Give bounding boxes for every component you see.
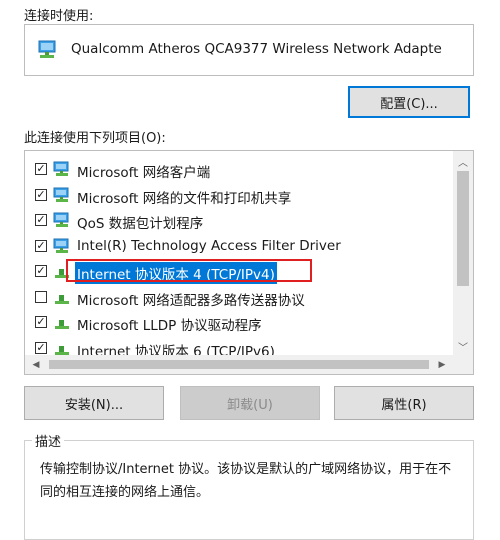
scroll-up-icon[interactable]: ︿ <box>453 153 473 169</box>
network-adapter-icon <box>38 40 56 58</box>
items-label: 此连接使用下列项目(O): <box>24 131 166 146</box>
list-item-label: Microsoft 网络客户端 <box>77 165 211 181</box>
item-checkbox[interactable]: ✓ <box>35 265 47 277</box>
configure-button[interactable]: 配置(C)... <box>348 86 470 118</box>
list-item[interactable]: Microsoft 网络适配器多路传送器协议 <box>25 285 445 309</box>
network-service-icon <box>53 187 69 202</box>
network-client-icon <box>53 161 69 176</box>
item-checkbox[interactable]: ✓ <box>35 163 47 175</box>
list-item[interactable]: ✓ Microsoft 网络客户端 <box>25 157 445 181</box>
list-item-label: QoS 数据包计划程序 <box>77 216 204 232</box>
adapter-name: Qualcomm Atheros QCA9377 Wireless Networ… <box>71 41 442 57</box>
list-item-label: Intel(R) Technology Access Filter Driver <box>77 237 341 254</box>
scroll-down-icon[interactable]: ﹀ <box>453 338 473 354</box>
scroll-left-icon[interactable]: ◀ <box>29 356 43 373</box>
list-item-label: Microsoft LLDP 协议驱动程序 <box>77 318 262 334</box>
item-checkbox[interactable]: ✓ <box>35 214 47 226</box>
item-checkbox[interactable] <box>35 290 47 303</box>
scroll-corner <box>453 355 473 374</box>
horizontal-scroll-thumb[interactable] <box>49 360 429 369</box>
horizontal-scrollbar[interactable]: ◀ ▶ <box>25 355 453 374</box>
scroll-right-icon[interactable]: ▶ <box>435 356 449 373</box>
scroll-thumb[interactable] <box>457 171 469 286</box>
item-checkbox[interactable]: ✓ <box>35 188 47 201</box>
connect-using-label: 连接时使用: <box>24 9 94 24</box>
vertical-scrollbar[interactable]: ︿ ﹀ <box>453 151 473 356</box>
highlight-annotation <box>66 259 312 282</box>
description-text: 传输控制协议/Internet 协议。该协议是默认的广域网络协议，用于在不同的相… <box>40 462 452 500</box>
list-item[interactable]: ✓ Intel(R) Technology Access Filter Drive… <box>25 234 445 258</box>
item-checkbox[interactable]: ✓ <box>35 341 47 354</box>
list-item[interactable]: ✓ Microsoft LLDP 协议驱动程序 <box>25 310 445 334</box>
list-item[interactable]: ✓ QoS 数据包计划程序 <box>25 208 445 232</box>
item-checkbox[interactable]: ✓ <box>35 239 47 252</box>
list-item-label: Microsoft 网络适配器多路传送器协议 <box>77 292 305 309</box>
properties-button[interactable]: 属性(R) <box>334 386 474 420</box>
description-title: 描述 <box>32 431 65 450</box>
item-checkbox[interactable]: ✓ <box>35 316 47 328</box>
protocol-icon <box>55 345 69 355</box>
network-service-icon <box>53 212 69 227</box>
protocol-icon <box>55 294 69 304</box>
install-button[interactable]: 安装(N)... <box>24 386 164 420</box>
network-service-icon <box>53 238 69 253</box>
uninstall-button[interactable]: 卸载(U) <box>180 386 320 420</box>
protocol-icon <box>55 320 69 329</box>
list-item-label: Microsoft 网络的文件和打印机共享 <box>77 190 292 207</box>
adapter-box: Qualcomm Atheros QCA9377 Wireless Networ… <box>24 24 474 76</box>
list-item[interactable]: ✓ Microsoft 网络的文件和打印机共享 <box>25 183 445 207</box>
